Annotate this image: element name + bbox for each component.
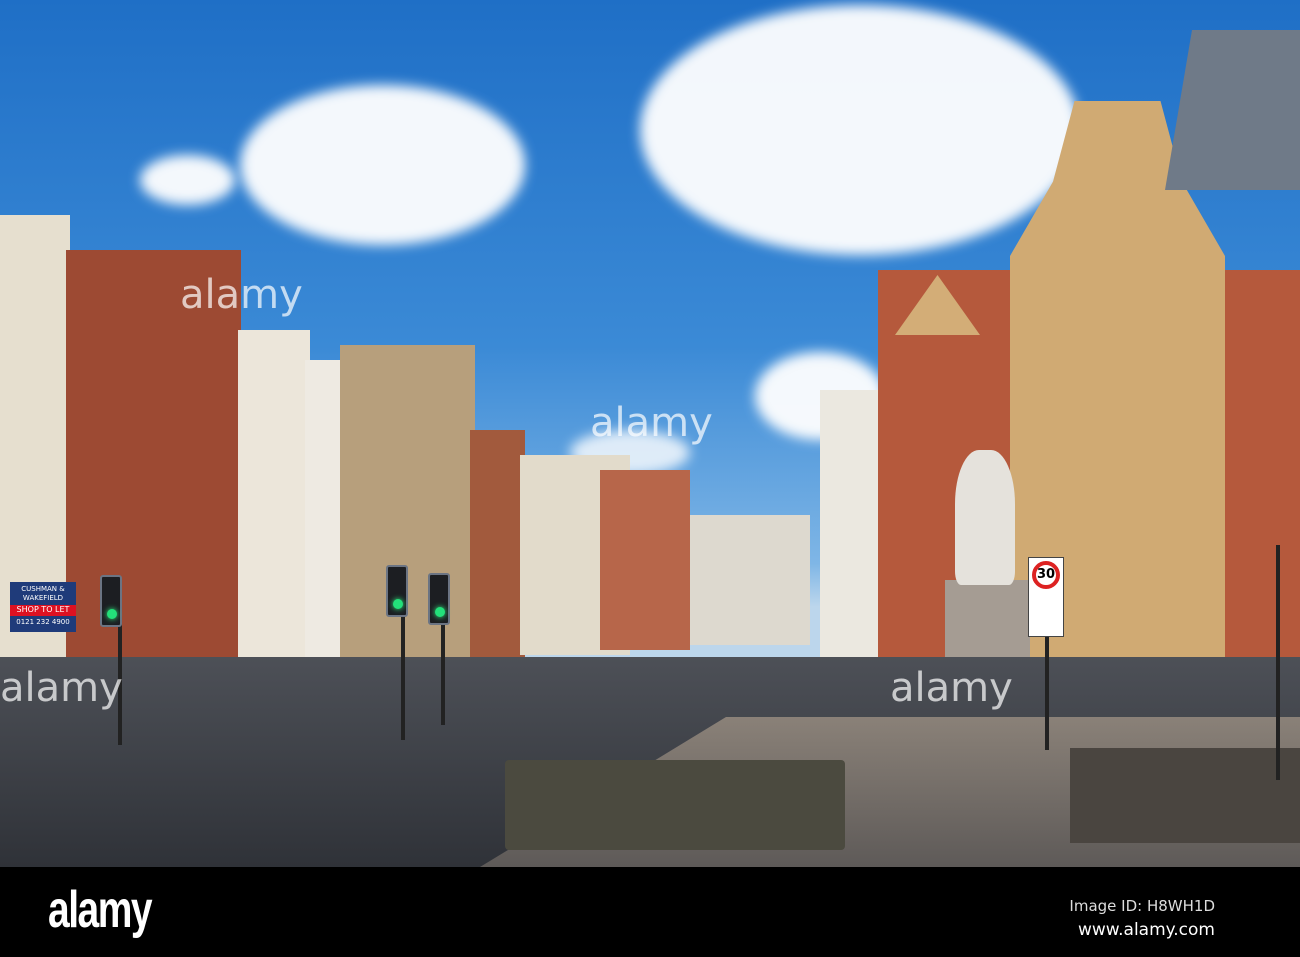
building-stone <box>340 345 475 675</box>
speed-limit-value: 30 <box>1032 561 1060 589</box>
shop-to-let-board: CUSHMAN & WAKEFIELD SHOP TO LET 0121 232… <box>10 582 76 632</box>
building-brick <box>600 470 690 650</box>
cloud <box>640 5 1080 255</box>
queen-victoria-statue <box>955 450 1015 585</box>
watermark-text: alamy <box>890 665 1013 711</box>
agent-brand: CUSHMAN & WAKEFIELD <box>21 585 65 603</box>
cloud <box>140 155 235 205</box>
sign-pole <box>1045 630 1049 750</box>
alamy-logo: alamy <box>48 881 153 939</box>
agent-board-text: SHOP TO LET <box>10 605 76 616</box>
green-light-icon <box>435 607 445 617</box>
green-light-icon <box>393 599 403 609</box>
building-brick <box>66 250 241 720</box>
flower-bed <box>505 760 845 850</box>
watermark-text: alamy <box>180 272 303 318</box>
building-distant <box>690 515 810 645</box>
agent-phone: 0121 232 4900 <box>16 617 70 626</box>
green-light-icon <box>107 609 117 619</box>
watermark-text: alamy <box>0 665 123 711</box>
speed-limit-sign: 30 <box>1028 557 1064 637</box>
building-brick <box>470 430 525 660</box>
traffic-light <box>100 575 122 627</box>
flower-bed <box>1070 748 1300 843</box>
traffic-light <box>428 573 450 625</box>
street-photo: CUSHMAN & WAKEFIELD SHOP TO LET 0121 232… <box>0 0 1300 867</box>
traffic-light <box>386 565 408 617</box>
town-hall-roof <box>1165 30 1300 190</box>
building-cream <box>0 215 70 720</box>
building-theatre <box>820 390 880 670</box>
cloud <box>240 85 525 245</box>
watermark-text: alamy <box>590 400 713 446</box>
fingerpost <box>1276 545 1280 780</box>
alamy-url: www.alamy.com <box>1077 920 1215 940</box>
image-id: Image ID: H8WH1D <box>1069 897 1215 915</box>
